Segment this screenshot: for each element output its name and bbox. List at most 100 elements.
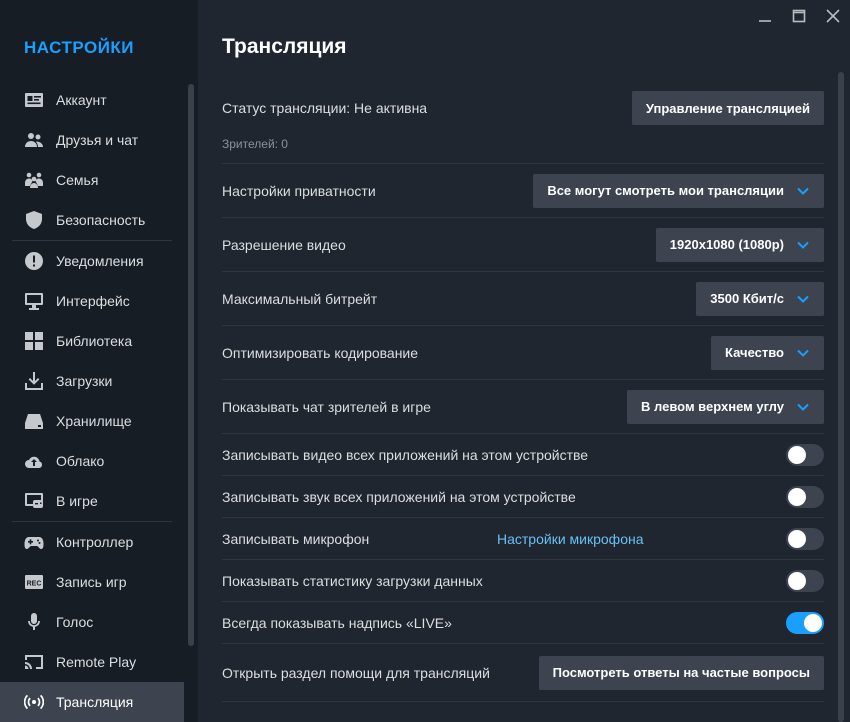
sidebar-item-account[interactable]: Аккаунт bbox=[0, 80, 184, 120]
sidebar-item-ingame[interactable]: В игре bbox=[0, 481, 184, 521]
status-label: Статус трансляции: Не активна bbox=[222, 100, 428, 116]
chat-row: Показывать чат зрителей в игре В левом в… bbox=[222, 380, 824, 434]
chevron-down-icon bbox=[796, 346, 810, 360]
sidebar-item-controller[interactable]: Контроллер bbox=[0, 522, 184, 562]
sidebar-item-label: Уведомления bbox=[56, 253, 144, 269]
upload-stats-label: Показывать статистику загрузки данных bbox=[222, 572, 483, 589]
content-scrollbar[interactable] bbox=[838, 72, 844, 722]
sidebar-item-security[interactable]: Безопасность bbox=[0, 200, 184, 240]
sidebar-item-friends[interactable]: Друзья и чат bbox=[0, 120, 184, 160]
sidebar: НАСТРОЙКИ Аккаунт Друзья и чат Семья Без… bbox=[0, 0, 198, 722]
sidebar-title: НАСТРОЙКИ bbox=[24, 38, 135, 57]
resolution-row: Разрешение видео 1920x1080 (1080p) bbox=[222, 218, 824, 272]
broadcast-icon bbox=[24, 692, 44, 712]
chat-label: Показывать чат зрителей в игре bbox=[222, 398, 431, 415]
sidebar-item-label: Хранилище bbox=[56, 413, 132, 429]
upload-stats-row: Показывать статистику загрузки данных bbox=[222, 560, 824, 602]
sidebar-item-library[interactable]: Библиотека bbox=[0, 321, 184, 361]
chat-position-dropdown[interactable]: В левом верхнем углу bbox=[627, 389, 824, 424]
sidebar-item-remote-play[interactable]: Remote Play bbox=[0, 642, 184, 682]
alert-icon bbox=[24, 251, 44, 271]
chevron-down-icon bbox=[796, 400, 810, 414]
bitrate-value: 3500 Кбит/с bbox=[710, 291, 784, 306]
close-button[interactable] bbox=[816, 0, 850, 32]
shield-icon bbox=[24, 210, 44, 230]
chat-value: В левом верхнем углу bbox=[641, 399, 784, 414]
resolution-label: Разрешение видео bbox=[222, 236, 346, 253]
record-video-label: Записывать видео всех приложений на этом… bbox=[222, 446, 589, 463]
record-mic-row: Записывать микрофон Настройки микрофона bbox=[222, 518, 824, 560]
resolution-dropdown[interactable]: 1920x1080 (1080p) bbox=[655, 227, 824, 262]
sidebar-list: Аккаунт Друзья и чат Семья Безопасность … bbox=[0, 80, 190, 722]
minimize-icon bbox=[759, 20, 771, 22]
sidebar-item-label: Трансляция bbox=[56, 694, 134, 710]
bitrate-dropdown[interactable]: 3500 Кбит/с bbox=[696, 281, 824, 316]
sidebar-item-storage[interactable]: Хранилище bbox=[0, 401, 184, 441]
record-mic-toggle[interactable] bbox=[786, 527, 824, 550]
live-badge-row: Всегда показывать надпись «LIVE» bbox=[222, 602, 824, 644]
faq-button[interactable]: Посмотреть ответы на частые вопросы bbox=[538, 655, 824, 690]
sidebar-item-label: Облако bbox=[56, 453, 105, 469]
record-video-row: Записывать видео всех приложений на этом… bbox=[222, 434, 824, 476]
help-row: Открыть раздел помощи для трансляций Пос… bbox=[222, 644, 824, 702]
sidebar-item-voice[interactable]: Голос bbox=[0, 602, 184, 642]
toggle-knob bbox=[788, 571, 806, 590]
live-badge-label: Всегда показывать надпись «LIVE» bbox=[222, 614, 452, 631]
encoding-dropdown[interactable]: Качество bbox=[711, 335, 824, 370]
sidebar-item-notifications[interactable]: Уведомления bbox=[0, 241, 184, 281]
live-badge-toggle[interactable] bbox=[786, 611, 824, 634]
ingame-icon bbox=[24, 491, 44, 511]
bitrate-row: Максимальный битрейт 3500 Кбит/с bbox=[222, 272, 824, 326]
sidebar-item-interface[interactable]: Интерфейс bbox=[0, 281, 184, 321]
drive-icon bbox=[24, 411, 44, 431]
settings-list: Статус трансляции: Не активна Управление… bbox=[222, 82, 824, 702]
chevron-down-icon bbox=[796, 292, 810, 306]
toggle-knob bbox=[788, 487, 806, 506]
upload-stats-toggle[interactable] bbox=[786, 569, 824, 592]
family-icon bbox=[24, 170, 44, 190]
encoding-row: Оптимизировать кодирование Качество bbox=[222, 326, 824, 380]
toggle-knob bbox=[804, 613, 822, 632]
manage-broadcast-button[interactable]: Управление трансляцией bbox=[631, 91, 824, 125]
sidebar-item-broadcast[interactable]: Трансляция bbox=[0, 682, 184, 722]
sidebar-item-downloads[interactable]: Загрузки bbox=[0, 361, 184, 401]
sidebar-item-game-recording[interactable]: REC Запись игр bbox=[0, 562, 184, 602]
sidebar-item-label: Контроллер bbox=[56, 534, 134, 550]
sidebar-item-family[interactable]: Семья bbox=[0, 160, 184, 200]
microphone-icon bbox=[24, 612, 44, 632]
sidebar-item-label: В игре bbox=[56, 493, 98, 509]
sidebar-item-label: Голос bbox=[56, 614, 94, 630]
sidebar-item-cloud[interactable]: Облако bbox=[0, 441, 184, 481]
toggle-knob bbox=[788, 445, 806, 464]
window-controls bbox=[730, 0, 850, 32]
record-video-toggle[interactable] bbox=[786, 443, 824, 466]
sidebar-item-label: Аккаунт bbox=[56, 92, 107, 108]
privacy-value: Все могут смотреть мои трансляции bbox=[547, 183, 784, 198]
sidebar-item-label: Загрузки bbox=[56, 373, 113, 389]
toggle-knob bbox=[788, 529, 806, 548]
cast-icon bbox=[24, 652, 44, 672]
sidebar-scrollbar[interactable] bbox=[188, 84, 194, 646]
privacy-row: Настройки приватности Все могут смотреть… bbox=[222, 164, 824, 218]
svg-text:REC: REC bbox=[27, 581, 42, 588]
sidebar-item-label: Семья bbox=[56, 172, 99, 188]
status-row: Статус трансляции: Не активна Управление… bbox=[222, 82, 824, 164]
bitrate-label: Максимальный битрейт bbox=[222, 290, 378, 307]
page-title: Трансляция bbox=[222, 35, 347, 58]
monitor-icon bbox=[24, 291, 44, 311]
settings-window: НАСТРОЙКИ Аккаунт Друзья и чат Семья Без… bbox=[0, 0, 850, 722]
sidebar-item-label: Интерфейс bbox=[56, 293, 130, 309]
minimize-button[interactable] bbox=[748, 0, 782, 32]
content-panel: Трансляция Статус трансляции: Не активна… bbox=[198, 0, 850, 722]
sidebar-item-label: Библиотека bbox=[56, 333, 133, 349]
mic-settings-link[interactable]: Настройки микрофона bbox=[497, 531, 644, 547]
sidebar-item-label: Безопасность bbox=[56, 212, 146, 228]
viewers-count: Зрителей: 0 bbox=[222, 137, 288, 151]
encoding-value: Качество bbox=[725, 345, 784, 360]
gamepad-icon bbox=[24, 532, 44, 552]
privacy-dropdown[interactable]: Все могут смотреть мои трансляции bbox=[533, 173, 824, 208]
record-audio-toggle[interactable] bbox=[786, 485, 824, 508]
record-mic-label: Записывать микрофон bbox=[222, 530, 370, 547]
help-label: Открыть раздел помощи для трансляций bbox=[222, 664, 490, 681]
maximize-button[interactable] bbox=[782, 0, 816, 32]
